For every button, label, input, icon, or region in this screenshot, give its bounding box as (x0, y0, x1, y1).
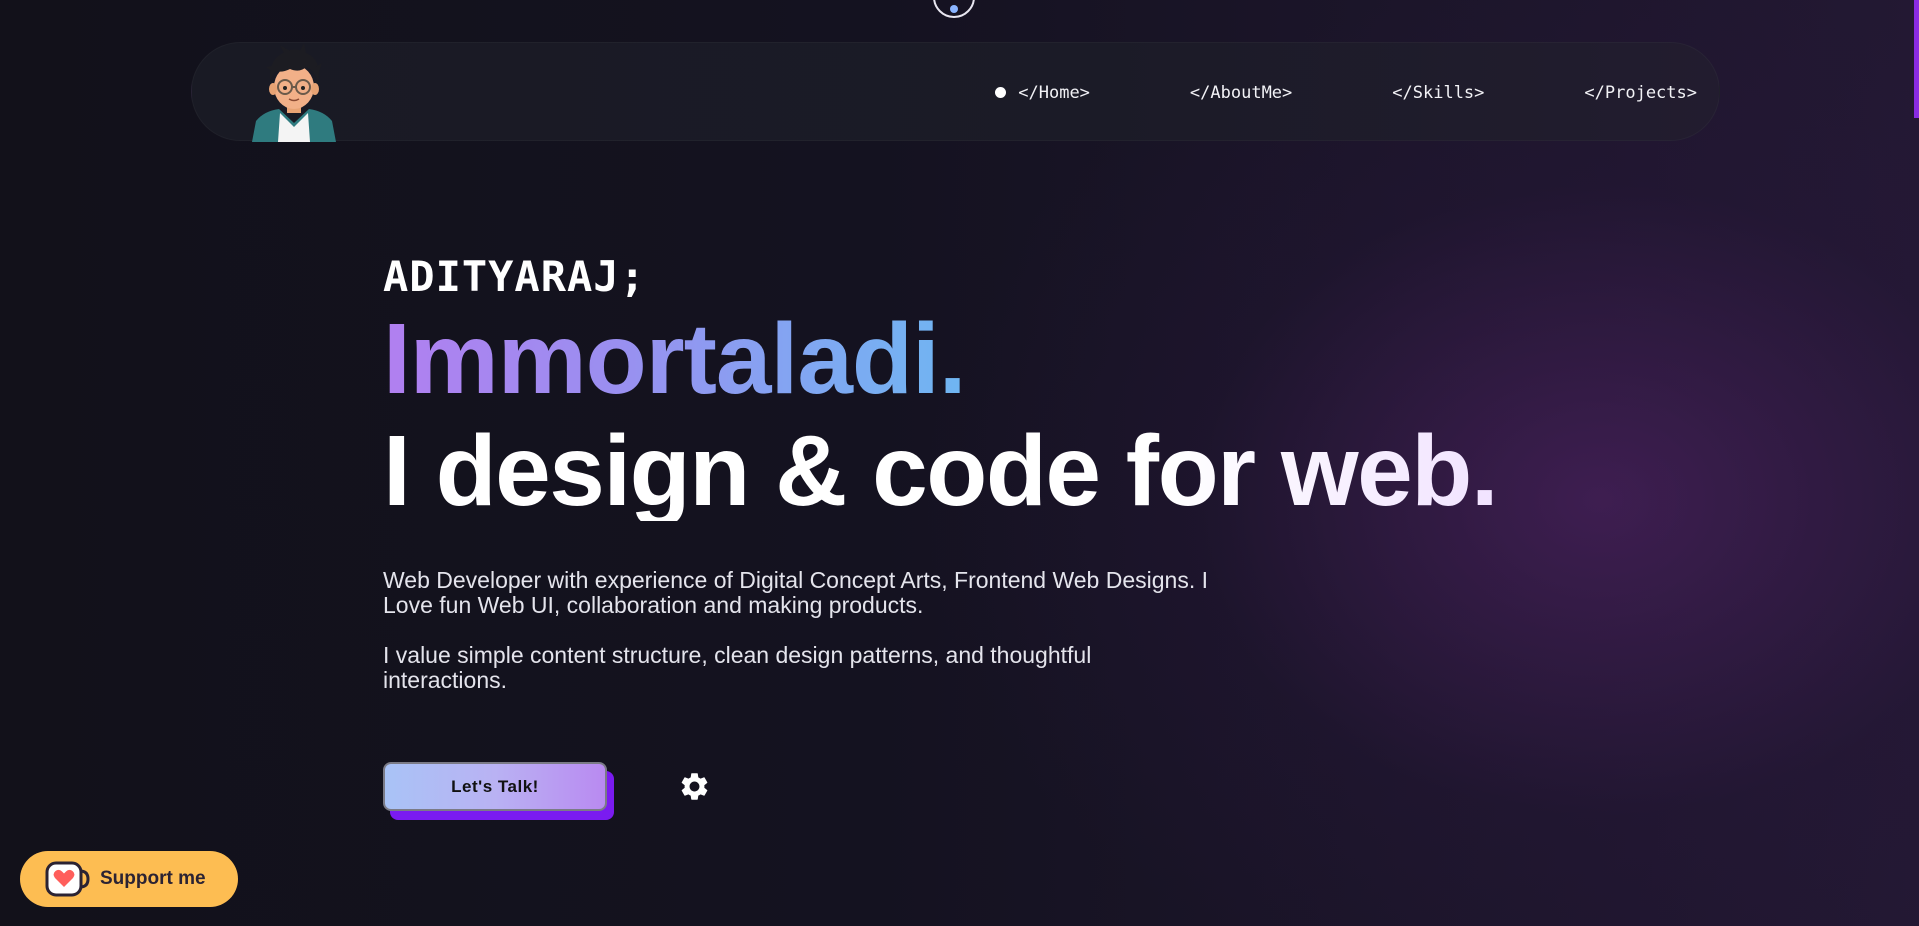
hero-name: ADITYARAJ; (383, 252, 646, 301)
nav-item-label: </Projects> (1584, 82, 1697, 103)
nav-item-label: </Home> (1018, 82, 1090, 103)
nav-item-projects[interactable]: </Projects> (1584, 83, 1697, 103)
nav-item-label: </AboutMe> (1189, 82, 1293, 103)
cta-container: Let's Talk! (383, 762, 615, 820)
hero-tagline: I design & code for web. (383, 415, 1499, 527)
scrollbar-thumb[interactable] (1914, 0, 1919, 118)
active-indicator-dot (995, 87, 1007, 98)
nav-item-label: </Skills> (1392, 82, 1485, 103)
hero-intro-paragraph: Web Developer with experience of Digital… (383, 567, 1209, 618)
nav-item-skills[interactable]: </Skills> (1392, 83, 1484, 103)
kofi-cup-heart-icon (44, 859, 90, 899)
hero-section: ADITYARAJ; Immortaladi. I design & code … (383, 250, 1499, 527)
nav-item-home[interactable]: </Home> (995, 83, 1090, 103)
avatar[interactable] (244, 43, 344, 142)
nav-links: </Home> </AboutMe> </Skills> </Projects> (995, 43, 1697, 142)
navbar: </Home> </AboutMe> </Skills> </Projects> (191, 42, 1720, 142)
nav-item-aboutme[interactable]: </AboutMe> (1190, 83, 1292, 103)
support-me-label: Support me (100, 868, 206, 889)
scroll-progress-dot (950, 5, 958, 13)
support-me-button[interactable]: Support me (20, 851, 238, 907)
lets-talk-button[interactable]: Let's Talk! (383, 762, 607, 811)
hero-values-paragraph: I value simple content structure, clean … (383, 642, 1092, 693)
hero-handle: Immortaladi. (383, 303, 967, 415)
gear-icon[interactable] (678, 770, 711, 803)
